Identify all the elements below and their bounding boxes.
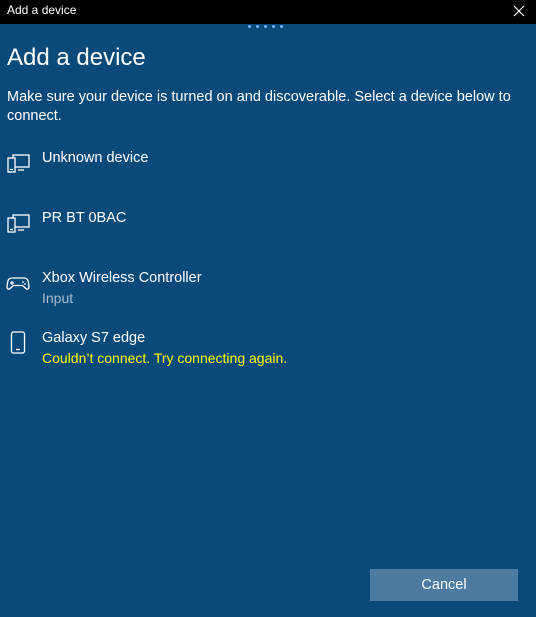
device-item-unknown-device[interactable]: Unknown device xyxy=(0,150,536,198)
device-status: Input xyxy=(42,290,74,306)
cancel-button[interactable]: Cancel xyxy=(370,569,518,601)
page-title: Add a device xyxy=(7,44,146,71)
display-device-icon xyxy=(7,154,30,173)
gamepad-icon xyxy=(6,277,30,290)
phone-icon xyxy=(10,331,26,354)
device-name: Xbox Wireless Controller xyxy=(42,270,202,286)
progress-indicator xyxy=(245,25,285,29)
window-title: Add a device xyxy=(7,3,77,17)
device-name: PR BT 0BAC xyxy=(42,210,127,226)
device-item-xbox-wireless-controller[interactable]: Xbox Wireless Controller Input xyxy=(0,270,536,318)
display-device-icon xyxy=(7,214,30,233)
device-error-status: Couldn’t connect. Try connecting again. xyxy=(42,350,288,366)
device-item-galaxy-s7-edge[interactable]: Galaxy S7 edge Couldn’t connect. Try con… xyxy=(0,330,536,378)
device-name: Unknown device xyxy=(42,150,149,166)
instructions-text: Make sure your device is turned on and d… xyxy=(7,89,511,124)
device-item-pr-bt-0bac[interactable]: PR BT 0BAC xyxy=(0,210,536,258)
device-name: Galaxy S7 edge xyxy=(42,330,146,346)
close-icon[interactable] xyxy=(511,3,527,19)
title-bar: Add a device xyxy=(0,0,536,24)
